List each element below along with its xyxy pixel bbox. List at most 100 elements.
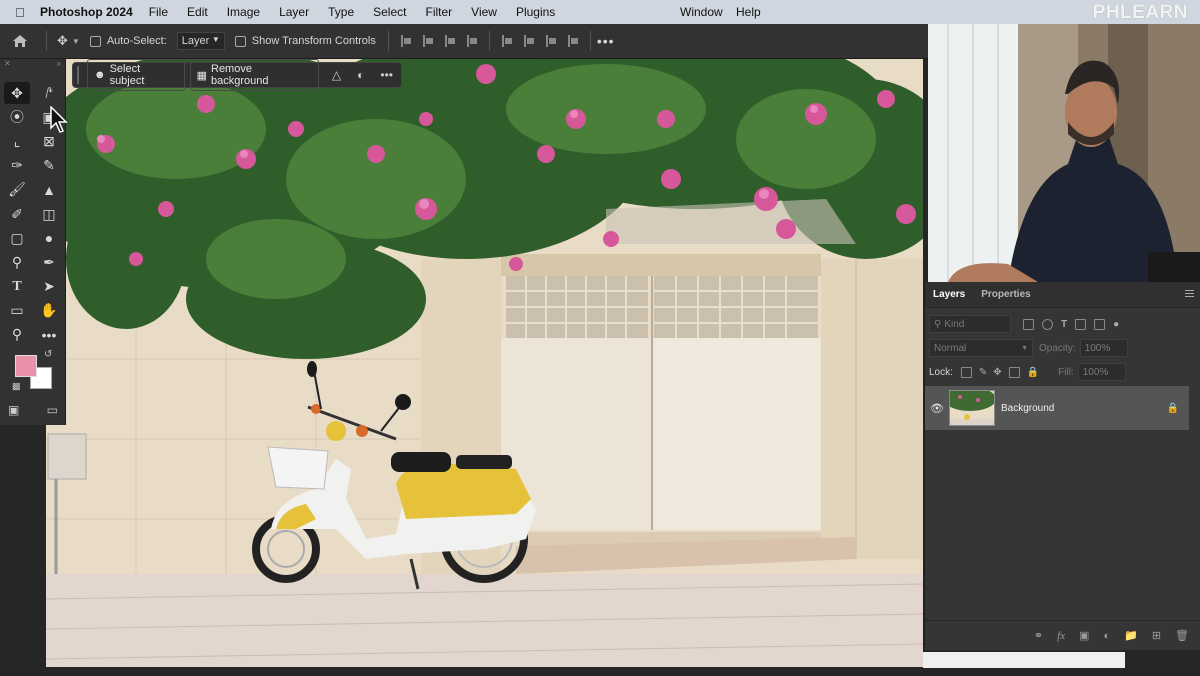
- person-icon: ☻: [93, 69, 106, 81]
- tab-layers[interactable]: Layers: [925, 289, 973, 300]
- foreground-color-swatch[interactable]: [15, 355, 37, 377]
- lasso-tool-icon[interactable]: ⦿: [1, 105, 33, 129]
- shape-filter-icon[interactable]: [1075, 318, 1087, 330]
- pen-tool-icon[interactable]: ✒: [33, 250, 65, 274]
- menu-help[interactable]: Help: [736, 5, 761, 19]
- phlearn-logo: PHLEARN: [1092, 2, 1188, 23]
- home-button[interactable]: [0, 24, 40, 59]
- fill-input[interactable]: 100%: [1077, 363, 1126, 381]
- path-selection-icon[interactable]: ➤: [33, 275, 65, 299]
- move-tool-preset-icon[interactable]: ✥: [57, 33, 68, 49]
- brush-tool-icon[interactable]: 🖌: [1, 178, 33, 202]
- lock-position-icon[interactable]: ✥: [993, 367, 1001, 378]
- align-left-icon[interactable]: [400, 35, 411, 47]
- document-canvas[interactable]: [46, 59, 923, 667]
- menu-filter[interactable]: Filter: [425, 5, 452, 19]
- lock-label: Lock:: [929, 366, 953, 378]
- divider: [589, 31, 591, 51]
- remove-background-button[interactable]: ▦ Remove background: [189, 59, 319, 91]
- type-tool-icon[interactable]: T: [1, 275, 33, 299]
- collapse-icon[interactable]: »: [57, 59, 61, 71]
- kind-filter-dropdown[interactable]: ⚲ Kind: [929, 315, 1011, 333]
- distribute-icon[interactable]: [466, 35, 477, 47]
- opacity-input[interactable]: 100%: [1079, 339, 1128, 357]
- link-layers-icon[interactable]: ⚭: [1034, 629, 1043, 642]
- new-group-icon[interactable]: 📁: [1124, 629, 1138, 642]
- align-middle-icon[interactable]: [523, 35, 534, 47]
- layer-style-icon[interactable]: fx: [1057, 630, 1065, 642]
- filter-toggle-icon[interactable]: ●: [1113, 319, 1119, 330]
- adjustment-filter-icon[interactable]: [1042, 318, 1053, 330]
- close-icon[interactable]: ✕: [4, 59, 11, 71]
- default-colors-icon[interactable]: ▩: [12, 381, 21, 392]
- clone-stamp-icon[interactable]: ▲: [33, 178, 65, 202]
- hand-tool-icon[interactable]: ✋: [33, 299, 65, 323]
- tools-panel-header[interactable]: ✕ »: [0, 59, 65, 71]
- add-mask-icon[interactable]: ▣: [1079, 629, 1089, 642]
- menu-image[interactable]: Image: [227, 5, 260, 19]
- history-brush-icon[interactable]: ✐: [1, 202, 33, 226]
- contextual-task-bar: ☻ Select subject ▦ Remove background △ ◐…: [72, 59, 402, 91]
- lock-image-icon[interactable]: ✎: [979, 367, 987, 378]
- layer-name[interactable]: Background: [1001, 403, 1054, 414]
- smart-object-filter-icon[interactable]: [1094, 318, 1106, 330]
- menu-select[interactable]: Select: [373, 5, 406, 19]
- zoom-tool-icon[interactable]: ⚲: [1, 323, 33, 347]
- menu-bar:  Photoshop 2024 File Edit Image Layer T…: [0, 0, 1200, 24]
- menu-file[interactable]: File: [149, 5, 168, 19]
- apple-menu-icon[interactable]: : [0, 5, 40, 20]
- dodge-tool-icon[interactable]: ⚲: [1, 250, 33, 274]
- align-right-icon[interactable]: [444, 35, 455, 47]
- lock-all-icon[interactable]: 🔒: [1027, 367, 1039, 378]
- menu-view[interactable]: View: [471, 5, 497, 19]
- adjustment-icon[interactable]: ◐: [357, 68, 364, 82]
- new-adjustment-layer-icon[interactable]: ◐: [1103, 630, 1110, 642]
- type-filter-icon[interactable]: T: [1061, 319, 1067, 330]
- tab-properties[interactable]: Properties: [973, 289, 1038, 300]
- rectangle-tool-icon[interactable]: ▭: [1, 299, 33, 323]
- blend-mode-dropdown[interactable]: Normal ▼: [929, 339, 1033, 357]
- gradient-tool-icon[interactable]: ▢: [1, 226, 33, 250]
- layer-row[interactable]: 👁 Background 🔒: [925, 386, 1189, 430]
- marquee-tool-icon[interactable]: ⭚: [33, 81, 65, 105]
- auto-select-checkbox[interactable]: [89, 35, 101, 47]
- new-layer-icon[interactable]: ⊞: [1152, 629, 1161, 642]
- lock-transparent-icon[interactable]: [960, 366, 972, 378]
- blur-tool-icon[interactable]: ●: [33, 226, 65, 250]
- chevron-down-icon[interactable]: ▼: [72, 37, 80, 46]
- eye-icon[interactable]: 👁: [925, 402, 949, 415]
- align-top-icon[interactable]: [501, 35, 512, 47]
- eraser-tool-icon[interactable]: ◫: [33, 202, 65, 226]
- panel-menu-icon[interactable]: [1185, 290, 1194, 297]
- more-options-icon[interactable]: •••: [380, 68, 393, 82]
- menu-type[interactable]: Type: [328, 5, 354, 19]
- pixel-filter-icon[interactable]: [1023, 318, 1034, 330]
- select-subject-button[interactable]: ☻ Select subject: [86, 59, 185, 91]
- quick-mask-icon[interactable]: ▣: [8, 403, 19, 417]
- transform-icon[interactable]: △: [332, 68, 341, 82]
- align-center-icon[interactable]: [422, 35, 433, 47]
- lock-artboard-icon[interactable]: [1008, 366, 1020, 378]
- healing-brush-icon[interactable]: ✎: [33, 154, 65, 178]
- move-tool-icon[interactable]: ✥: [4, 82, 30, 105]
- drag-handle[interactable]: [77, 66, 81, 84]
- app-name-menu[interactable]: Photoshop 2024: [40, 5, 133, 19]
- align-bottom-icon[interactable]: [545, 35, 556, 47]
- swap-colors-icon[interactable]: ↺: [44, 349, 52, 360]
- more-options-icon[interactable]: •••: [597, 33, 615, 49]
- menu-edit[interactable]: Edit: [187, 5, 208, 19]
- select-subject-label: Select subject: [109, 63, 145, 87]
- more-tools-icon[interactable]: •••: [33, 323, 65, 347]
- auto-select-dropdown[interactable]: Layer ▼: [176, 32, 225, 50]
- distribute-vertical-icon[interactable]: [567, 35, 578, 47]
- lock-row: Lock: ✎ ✥ 🔒 Fill: 100%: [925, 360, 1200, 384]
- mouse-cursor-icon: [50, 106, 68, 133]
- screen-mode-icon[interactable]: ▭: [47, 403, 58, 417]
- menu-plugins[interactable]: Plugins: [516, 5, 555, 19]
- menu-layer[interactable]: Layer: [279, 5, 309, 19]
- show-transform-checkbox[interactable]: [234, 35, 246, 47]
- crop-tool-icon[interactable]: ⌞: [1, 129, 33, 153]
- menu-window[interactable]: Window: [680, 5, 723, 19]
- delete-layer-icon[interactable]: 🗑: [1175, 629, 1189, 642]
- eyedropper-tool-icon[interactable]: ✑: [1, 154, 33, 178]
